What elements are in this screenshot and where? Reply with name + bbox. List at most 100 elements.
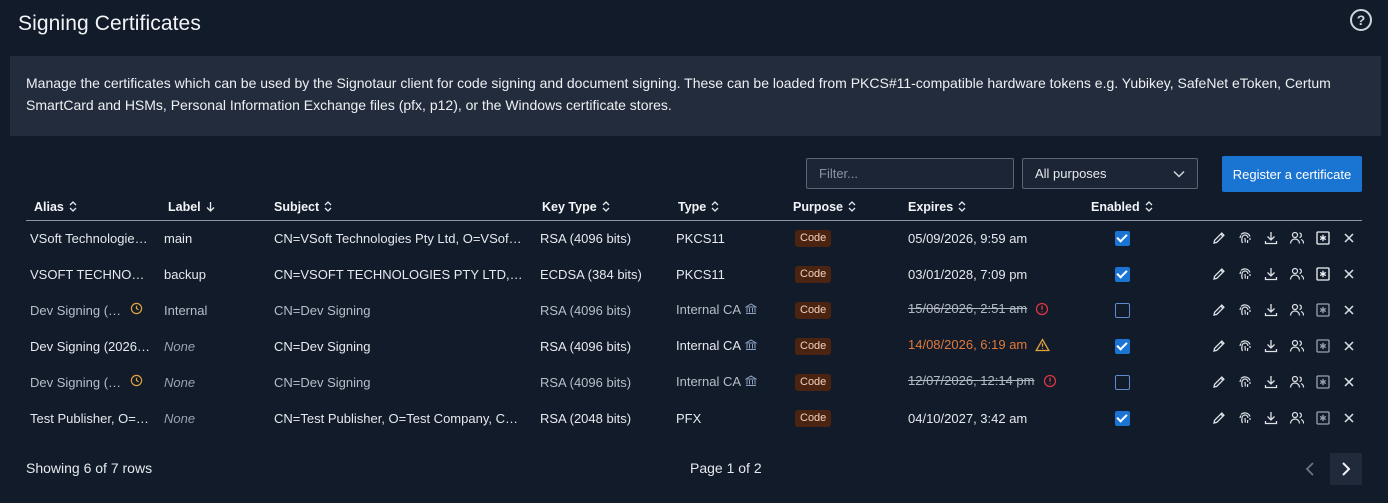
users-icon[interactable] [1288, 409, 1306, 427]
download-icon[interactable] [1262, 373, 1280, 391]
asterisk-icon[interactable] [1314, 265, 1332, 283]
purpose-badge: Code [795, 338, 832, 355]
download-icon[interactable] [1262, 337, 1280, 355]
cell-expires: 04/10/2027, 3:42 am [908, 410, 1028, 426]
fingerprint-icon[interactable] [1236, 265, 1254, 283]
cell-key-type: RSA (4096 bits) [540, 338, 632, 354]
purpose-badge: Code [795, 374, 832, 391]
clock-icon [130, 302, 143, 318]
enabled-checkbox[interactable] [1115, 303, 1130, 319]
edit-icon[interactable] [1210, 337, 1228, 355]
table-row[interactable]: Dev Signing (2026)None CN=Dev Signing RSA … [26, 364, 1362, 400]
users-icon[interactable] [1288, 337, 1306, 355]
cell-label: None [164, 410, 196, 426]
edit-icon[interactable] [1210, 301, 1228, 319]
enabled-checkbox[interactable] [1115, 375, 1130, 391]
cell-alias: Test Publisher, O=Test Company, C=US [30, 411, 150, 427]
cell-alias: Dev Signing (2026) [26, 292, 164, 328]
purpose-select[interactable]: All purposes [1022, 158, 1198, 189]
table-row[interactable]: Dev Signing (2026-08) None CN=Dev Signing R… [26, 328, 1362, 364]
asterisk-icon[interactable] [1314, 337, 1332, 355]
table-row[interactable]: Test Publisher, O=Test Company, C=US None… [26, 400, 1362, 436]
info-panel: Manage the certificates which can be use… [10, 56, 1381, 136]
column-header-key-type[interactable]: Key Type [532, 196, 668, 221]
users-icon[interactable] [1288, 301, 1306, 319]
asterisk-icon[interactable] [1314, 373, 1332, 391]
cell-enabled [1091, 400, 1177, 436]
cell-actions [1177, 364, 1362, 400]
page-title: Signing Certificates [18, 12, 201, 35]
column-header-expires[interactable]: Expires [899, 196, 1091, 221]
download-icon[interactable] [1262, 409, 1280, 427]
column-header-purpose[interactable]: Purpose [783, 196, 899, 221]
previous-page-button[interactable] [1294, 453, 1326, 485]
cell-type: PKCS11 [676, 266, 725, 282]
purpose-badge: Code [795, 302, 832, 319]
filter-input[interactable] [806, 158, 1014, 189]
cell-purpose: Code [783, 328, 899, 364]
fingerprint-icon[interactable] [1236, 409, 1254, 427]
close-icon[interactable] [1340, 373, 1358, 391]
sort-icon [848, 201, 856, 215]
table-row[interactable]: Dev Signing (2026)Internal CN=Dev Signing… [26, 292, 1362, 328]
asterisk-icon[interactable] [1314, 229, 1332, 247]
close-icon[interactable] [1340, 337, 1358, 355]
cell-label: Internal [164, 302, 208, 318]
column-header-label[interactable]: Label [164, 196, 270, 221]
column-header-alias[interactable]: Alias [26, 196, 164, 221]
fingerprint-icon[interactable] [1236, 337, 1254, 355]
edit-icon[interactable] [1210, 229, 1228, 247]
enabled-checkbox[interactable] [1115, 267, 1130, 283]
cell-actions [1177, 256, 1362, 292]
close-icon[interactable] [1340, 265, 1358, 283]
sort-descending-icon [206, 201, 215, 215]
edit-icon[interactable] [1210, 409, 1228, 427]
table-row[interactable]: VSOFT TECHNOLOGIES PTY LTD backup CN=VSOFT… [26, 256, 1362, 292]
cell-alias: VSoft Technologies Pty Ltd [30, 231, 150, 247]
asterisk-icon[interactable] [1314, 409, 1332, 427]
sort-icon [324, 201, 332, 215]
download-icon[interactable] [1262, 229, 1280, 247]
asterisk-icon[interactable] [1314, 301, 1332, 319]
cell-label: backup [164, 266, 206, 282]
edit-icon[interactable] [1210, 373, 1228, 391]
fingerprint-icon[interactable] [1236, 229, 1254, 247]
chevron-left-icon [1305, 462, 1314, 476]
users-icon[interactable] [1288, 373, 1306, 391]
cell-label: None [164, 374, 196, 390]
edit-icon[interactable] [1210, 265, 1228, 283]
purpose-badge: Code [795, 410, 832, 427]
cell-alias: VSOFT TECHNOLOGIES PTY LTD [30, 267, 150, 283]
close-icon[interactable] [1340, 229, 1358, 247]
download-icon[interactable] [1262, 265, 1280, 283]
column-header-enabled[interactable]: Enabled [1091, 196, 1177, 221]
users-icon[interactable] [1288, 265, 1306, 283]
fingerprint-icon[interactable] [1236, 301, 1254, 319]
cell-expires: 14/08/2026, 6:19 am [899, 328, 1091, 364]
cell-type: PKCS11 [676, 230, 725, 246]
column-header-subject[interactable]: Subject [270, 196, 532, 221]
next-page-button[interactable] [1330, 453, 1362, 485]
cell-subject: CN=VSoft Technologies Pty Ltd, O=VSoft T… [274, 231, 524, 247]
help-icon[interactable]: ? [1350, 9, 1372, 31]
cell-expires: 05/09/2026, 9:59 am [908, 230, 1028, 246]
cell-key-type: RSA (2048 bits) [540, 410, 632, 426]
sort-icon [958, 201, 966, 215]
download-icon[interactable] [1262, 301, 1280, 319]
enabled-checkbox[interactable] [1115, 339, 1130, 355]
enabled-checkbox[interactable] [1115, 231, 1130, 247]
cell-expires: 03/01/2028, 7:09 pm [908, 266, 1028, 282]
close-icon[interactable] [1340, 409, 1358, 427]
chevron-down-icon [1173, 170, 1185, 178]
register-certificate-button[interactable]: Register a certificate [1222, 156, 1362, 192]
error-icon [1035, 302, 1049, 319]
cell-type: Internal CA [668, 328, 783, 364]
users-icon[interactable] [1288, 229, 1306, 247]
cell-purpose: Code [783, 400, 899, 436]
close-icon[interactable] [1340, 301, 1358, 319]
cell-purpose: Code [783, 364, 899, 400]
fingerprint-icon[interactable] [1236, 373, 1254, 391]
enabled-checkbox[interactable] [1115, 411, 1130, 427]
column-header-type[interactable]: Type [668, 196, 783, 221]
table-row[interactable]: VSoft Technologies Pty Ltd main CN=VSoft T… [26, 220, 1362, 256]
